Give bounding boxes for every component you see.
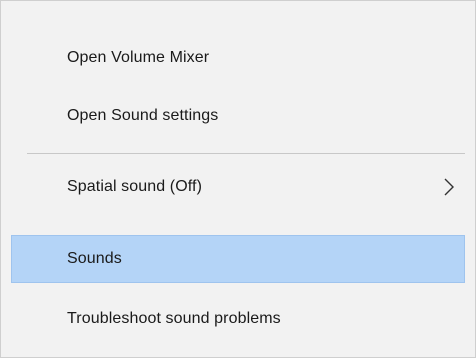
context-menu: Open Volume Mixer Open Sound settings Sp… — [0, 0, 476, 358]
menu-item-label: Open Sound settings — [67, 107, 219, 124]
menu-item-label: Spatial sound (Off) — [67, 178, 203, 195]
menu-item-label: Open Volume Mixer — [67, 49, 210, 66]
menu-item-troubleshoot-sound-problems[interactable]: Troubleshoot sound problems — [11, 295, 465, 343]
menu-separator — [27, 153, 465, 154]
menu-item-label: Sounds — [67, 250, 122, 267]
menu-item-label: Troubleshoot sound problems — [67, 310, 281, 327]
menu-item-sounds[interactable]: Sounds — [11, 235, 465, 283]
menu-item-open-sound-settings[interactable]: Open Sound settings — [11, 92, 465, 140]
menu-item-open-volume-mixer[interactable]: Open Volume Mixer — [11, 34, 465, 82]
chevron-right-icon — [444, 178, 454, 196]
menu-item-spatial-sound[interactable]: Spatial sound (Off) — [11, 163, 465, 211]
